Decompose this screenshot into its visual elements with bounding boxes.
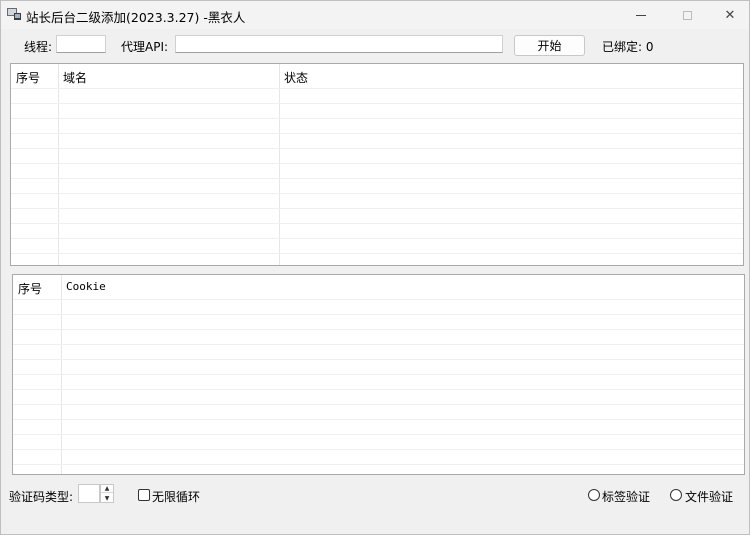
file-verify-label[interactable]: 文件验证	[685, 488, 733, 505]
stepper-arrows: ▲ ▼	[100, 484, 114, 503]
captcha-type-label: 验证码类型:	[9, 490, 74, 504]
cookie-table[interactable]: 序号 Cookie	[12, 274, 745, 475]
proxy-api-input[interactable]	[175, 35, 503, 53]
domain-table[interactable]: 序号 域名 状态	[10, 63, 744, 266]
column-header-cookie[interactable]: Cookie	[61, 275, 741, 299]
minimize-button[interactable]	[618, 1, 664, 29]
threads-label: 线程:	[24, 40, 53, 54]
cookie-table-header: 序号 Cookie	[13, 275, 744, 299]
stepper-down-icon[interactable]: ▼	[101, 494, 113, 502]
column-header-domain[interactable]: 域名	[58, 64, 279, 88]
window-title: 站长后台二级添加(2023.3.27) -黑衣人	[26, 10, 246, 25]
captcha-type-input[interactable]	[78, 484, 100, 503]
app-window: 站长后台二级添加(2023.3.27) -黑衣人 ✕ 线程: 代理API: 开始…	[0, 0, 750, 535]
tag-verify-label[interactable]: 标签验证	[602, 488, 650, 505]
column-header-index[interactable]: 序号	[13, 275, 61, 299]
column-header-status[interactable]: 状态	[279, 64, 739, 88]
bound-label-text: 已绑定:	[602, 40, 643, 54]
column-divider	[58, 64, 59, 265]
start-button[interactable]: 开始	[514, 35, 585, 56]
close-button[interactable]: ✕	[707, 1, 750, 29]
maximize-icon	[682, 10, 692, 20]
title-bar: 站长后台二级添加(2023.3.27) -黑衣人 ✕	[1, 1, 749, 29]
column-divider	[279, 64, 280, 265]
infinite-loop-checkbox[interactable]	[138, 489, 150, 501]
domain-table-header: 序号 域名 状态	[11, 64, 743, 88]
stepper-up-icon[interactable]: ▲	[101, 485, 113, 493]
captcha-type-stepper[interactable]: ▲ ▼	[78, 484, 116, 503]
infinite-loop-label[interactable]: 无限循环	[152, 488, 200, 505]
column-header-index[interactable]: 序号	[11, 64, 58, 88]
threads-input[interactable]	[56, 35, 106, 53]
app-icon	[7, 8, 21, 20]
tag-verify-radio[interactable]	[588, 489, 600, 501]
bound-label: 已绑定: 0	[602, 38, 654, 55]
minimize-icon	[636, 14, 646, 16]
proxy-api-label: 代理API:	[121, 40, 169, 54]
maximize-button[interactable]	[664, 1, 710, 29]
bound-count: 0	[645, 40, 654, 54]
close-icon: ✕	[724, 7, 736, 23]
file-verify-radio[interactable]	[670, 489, 682, 501]
